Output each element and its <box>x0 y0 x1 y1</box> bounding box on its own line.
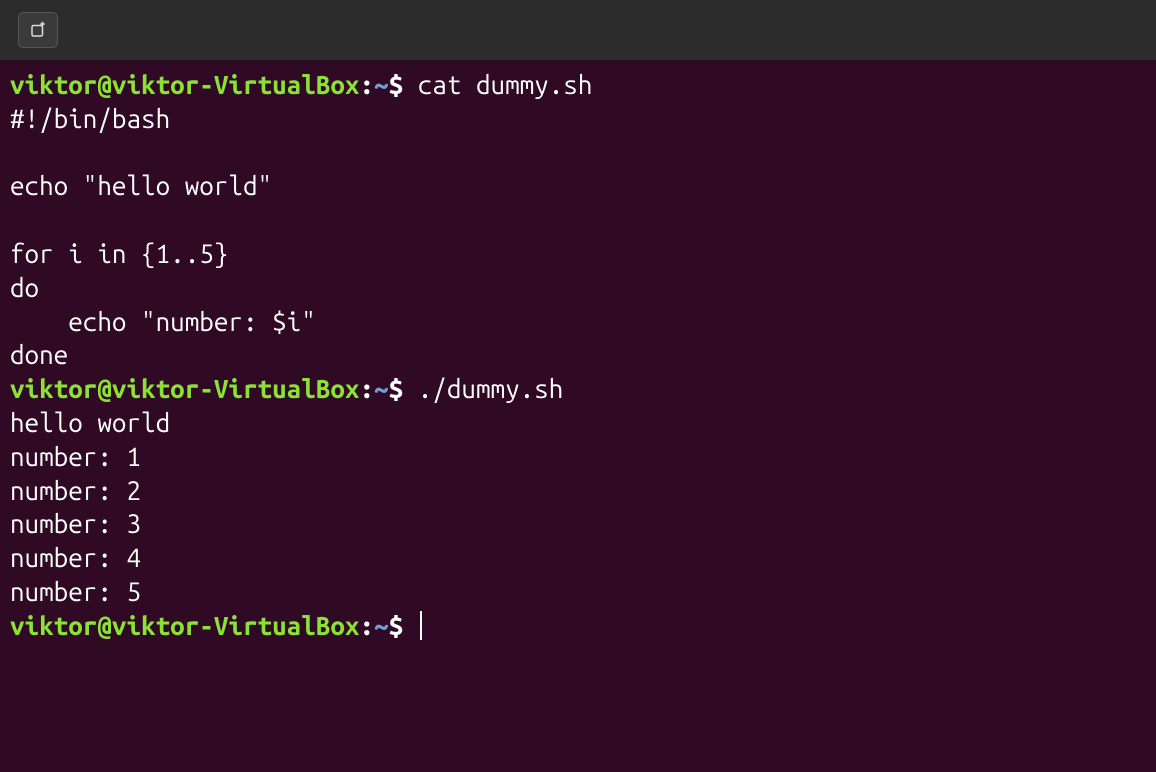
new-tab-icon <box>29 13 47 47</box>
output-line: number: 2 <box>10 474 1146 508</box>
output-text: echo "number: $i" <box>10 307 316 336</box>
output-text: for i in {1..5} <box>10 239 228 268</box>
prompt-line: viktor@viktor-VirtualBox:~$ cat dummy.sh <box>10 68 1146 102</box>
output-text: number: 2 <box>10 476 141 505</box>
output-line: number: 4 <box>10 541 1146 575</box>
output-line: number: 3 <box>10 507 1146 541</box>
output-line: echo "hello world" <box>10 169 1146 203</box>
prompt-user-host: viktor@viktor-VirtualBox <box>10 374 359 403</box>
prompt-dollar: $ <box>389 70 418 99</box>
output-line <box>10 136 1146 170</box>
prompt-user-host: viktor@viktor-VirtualBox <box>10 70 359 99</box>
output-text: done <box>10 340 68 369</box>
prompt-dollar: $ <box>389 611 418 640</box>
prompt-line: viktor@viktor-VirtualBox:~$ ./dummy.sh <box>10 372 1146 406</box>
output-text: do <box>10 273 39 302</box>
output-line: echo "number: $i" <box>10 305 1146 339</box>
output-line: number: 5 <box>10 575 1146 609</box>
prompt-user-host: viktor@viktor-VirtualBox <box>10 611 359 640</box>
prompt-colon: : <box>359 374 374 403</box>
command-text: cat dummy.sh <box>418 70 593 99</box>
output-text: echo "hello world" <box>10 171 272 200</box>
output-line: for i in {1..5} <box>10 237 1146 271</box>
prompt-dollar: $ <box>389 374 418 403</box>
output-line: number: 1 <box>10 440 1146 474</box>
prompt-line: viktor@viktor-VirtualBox:~$ <box>10 609 1146 643</box>
new-tab-button[interactable] <box>18 12 58 48</box>
prompt-path: ~ <box>374 374 389 403</box>
output-line: done <box>10 338 1146 372</box>
prompt-path: ~ <box>374 70 389 99</box>
output-text <box>10 205 25 234</box>
prompt-colon: : <box>359 70 374 99</box>
output-text: number: 3 <box>10 509 141 538</box>
prompt-path: ~ <box>374 611 389 640</box>
output-line: hello world <box>10 406 1146 440</box>
cursor <box>420 611 422 640</box>
terminal-titlebar <box>0 0 1156 60</box>
output-line <box>10 203 1146 237</box>
prompt-colon: : <box>359 611 374 640</box>
command-text: ./dummy.sh <box>418 374 564 403</box>
output-text <box>10 138 25 167</box>
terminal-body[interactable]: viktor@viktor-VirtualBox:~$ cat dummy.sh… <box>0 60 1156 651</box>
output-text: number: 1 <box>10 442 141 471</box>
output-text: hello world <box>10 408 170 437</box>
output-text: #!/bin/bash <box>10 104 170 133</box>
output-line: do <box>10 271 1146 305</box>
output-text: number: 5 <box>10 577 141 606</box>
output-line: #!/bin/bash <box>10 102 1146 136</box>
output-text: number: 4 <box>10 543 141 572</box>
